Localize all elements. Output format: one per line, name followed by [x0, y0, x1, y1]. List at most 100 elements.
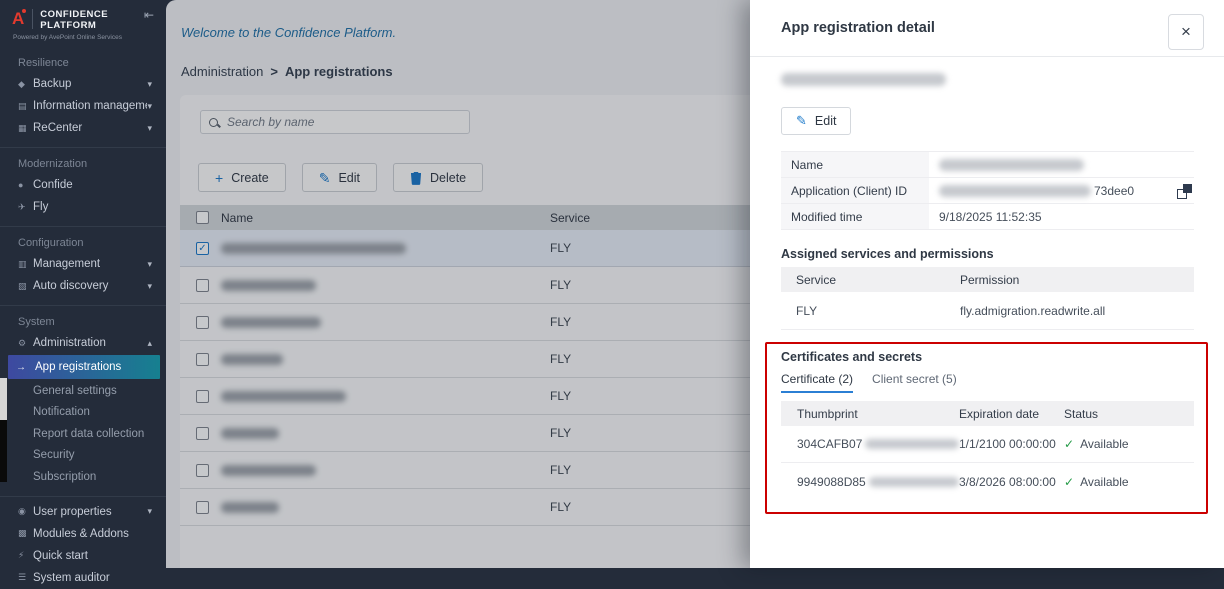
plane-icon: ✈ — [18, 202, 33, 213]
certificates-highlight-box: Certificates and secrets Certificate (2)… — [765, 342, 1208, 514]
sidebar-section-bottom: ◉ User properties ▾ ▩ Modules & Addons ⚡… — [0, 496, 166, 589]
sidebar-item-administration[interactable]: ⚙ Administration ▴ — [0, 332, 166, 354]
section-label: Configuration — [0, 231, 166, 253]
row-checkbox[interactable] — [196, 501, 209, 514]
search-icon — [209, 118, 218, 127]
archive-icon: ▦ — [18, 123, 33, 134]
delete-button[interactable]: Delete — [393, 163, 483, 192]
expiration-cell: 1/1/2100 00:00:00 — [959, 437, 1064, 451]
column-header-service: Service — [781, 273, 960, 287]
section-label: Resilience — [0, 51, 166, 73]
row-checkbox[interactable] — [196, 390, 209, 403]
trash-icon — [410, 171, 422, 185]
sidebar-item-auto-discovery[interactable]: ▧ Auto discovery ▾ — [0, 275, 166, 297]
sidebar-collapse-icon[interactable]: ⇤ — [144, 8, 154, 22]
sidebar-item-confide[interactable]: ● Confide — [0, 174, 166, 196]
panel-header: App registration detail × — [750, 0, 1224, 57]
table-row: 304CAFB07 1/1/2100 00:00:00 ✓Available — [781, 426, 1194, 463]
edit-button[interactable]: ✎ Edit — [302, 163, 377, 192]
search-box[interactable] — [200, 110, 470, 134]
sidebar-item-information-management[interactable]: ▤ Information management ▾ — [0, 95, 166, 117]
row-checkbox[interactable] — [196, 427, 209, 440]
redacted-name — [221, 280, 316, 291]
sidebar-item-recenter[interactable]: ▦ ReCenter ▾ — [0, 117, 166, 139]
sidebar: A CONFIDENCE PLATFORM ⇤ Powered by AvePo… — [0, 0, 166, 568]
sidebar-item-fly[interactable]: ✈ Fly — [0, 196, 166, 218]
sidebar-section-configuration: Configuration ▥ Management ▾ ▧ Auto disc… — [0, 226, 166, 297]
certificates-table: Thumbprint Expiration date Status 304CAF… — [781, 401, 1194, 500]
sidebar-item-security[interactable]: Security — [0, 445, 166, 467]
panel-title: App registration detail — [781, 20, 935, 36]
service-cell: FLY — [781, 304, 960, 318]
sidebar-item-subscription[interactable]: Subscription — [0, 466, 166, 488]
document-icon: ▤ — [18, 101, 33, 112]
create-button[interactable]: + Create — [198, 163, 286, 192]
sidebar-item-modules-addons[interactable]: ▩ Modules & Addons — [0, 523, 166, 545]
tab-client-secret[interactable]: Client secret (5) — [872, 372, 957, 393]
table-row: FLY fly.admigration.readwrite.all — [781, 292, 1194, 330]
sidebar-item-report-data-collection[interactable]: Report data collection — [0, 423, 166, 445]
chevron-down-icon[interactable]: ▾ — [147, 123, 152, 134]
breadcrumb-separator-icon: > — [270, 64, 278, 79]
redacted-name — [221, 243, 406, 254]
chevron-down-icon[interactable]: ▾ — [147, 79, 152, 90]
brand-name: CONFIDENCE PLATFORM — [40, 9, 108, 31]
list-icon: ☰ — [18, 572, 33, 583]
search-input[interactable] — [225, 114, 461, 130]
sidebar-section-resilience: Resilience ◆ Backup ▾ ▤ Information mana… — [0, 47, 166, 139]
chevron-down-icon[interactable]: ▾ — [147, 101, 152, 112]
breadcrumb-current: App registrations — [285, 64, 393, 79]
table-header-row: Thumbprint Expiration date Status — [781, 401, 1194, 426]
thumbprint-prefix: 9949088D85 — [797, 475, 866, 489]
chevron-down-icon[interactable]: ▾ — [147, 281, 152, 292]
sidebar-item-backup[interactable]: ◆ Backup ▾ — [0, 73, 166, 95]
row-checkbox[interactable] — [196, 353, 209, 366]
close-button[interactable]: × — [1168, 14, 1204, 50]
select-all-checkbox[interactable] — [196, 211, 209, 224]
copy-icon[interactable] — [1177, 184, 1192, 199]
column-header-thumbprint: Thumbprint — [781, 407, 959, 421]
row-checkbox[interactable] — [196, 279, 209, 292]
sidebar-item-general-settings[interactable]: General settings — [0, 380, 166, 402]
table-row: 9949088D85 3/8/2026 08:00:00 ✓Available — [781, 463, 1194, 500]
section-label: Modernization — [0, 152, 166, 174]
sidebar-item-system-auditor[interactable]: ☰ System auditor — [0, 567, 166, 589]
discovery-icon: ▧ — [18, 281, 33, 292]
row-checkbox[interactable]: ✓ — [196, 242, 209, 255]
check-icon: ✓ — [1064, 437, 1074, 451]
chat-icon: ● — [18, 180, 33, 190]
redacted-thumbprint — [865, 439, 959, 449]
sidebar-item-notification[interactable]: Notification — [0, 402, 166, 424]
sidebar-item-user-properties[interactable]: ◉ User properties ▾ — [0, 501, 166, 523]
column-header-expiration: Expiration date — [959, 407, 1064, 421]
chevron-down-icon[interactable]: ▾ — [147, 259, 152, 270]
logo: A CONFIDENCE PLATFORM ⇤ — [0, 0, 166, 31]
status-badge: Available — [1080, 475, 1128, 489]
check-icon: ✓ — [1064, 475, 1074, 489]
redacted-name — [221, 354, 283, 365]
row-checkbox[interactable] — [196, 464, 209, 477]
table-header-row: Service Permission — [781, 267, 1194, 292]
sidebar-item-quick-start[interactable]: ⚡ Quick start — [0, 545, 166, 567]
sidebar-section-modernization: Modernization ● Confide ✈ Fly — [0, 147, 166, 218]
column-header-status: Status — [1064, 407, 1194, 421]
client-id-suffix: 73dee0 — [1094, 184, 1134, 198]
shield-icon: ◆ — [18, 79, 33, 90]
redacted-name — [221, 502, 279, 513]
window-artifact — [0, 378, 7, 420]
chevron-down-icon[interactable]: ▾ — [147, 506, 152, 517]
sidebar-item-app-registrations[interactable]: → App registrations — [8, 355, 160, 379]
sidebar-item-management[interactable]: ▥ Management ▾ — [0, 253, 166, 275]
breadcrumb-parent[interactable]: Administration — [181, 64, 263, 79]
panel-edit-button[interactable]: ✎ Edit — [781, 107, 851, 135]
chevron-up-icon[interactable]: ▴ — [147, 338, 152, 349]
assigned-services-table: Service Permission FLY fly.admigration.r… — [781, 267, 1194, 330]
certificates-heading: Certificates and secrets — [781, 350, 1194, 364]
row-checkbox[interactable] — [196, 316, 209, 329]
pencil-icon: ✎ — [796, 113, 807, 129]
plus-icon: + — [215, 171, 223, 185]
brand-logo-icon: A — [12, 9, 33, 29]
redacted-app-name — [781, 73, 946, 86]
grid-icon: ▥ — [18, 259, 33, 270]
tab-certificate[interactable]: Certificate (2) — [781, 372, 853, 393]
